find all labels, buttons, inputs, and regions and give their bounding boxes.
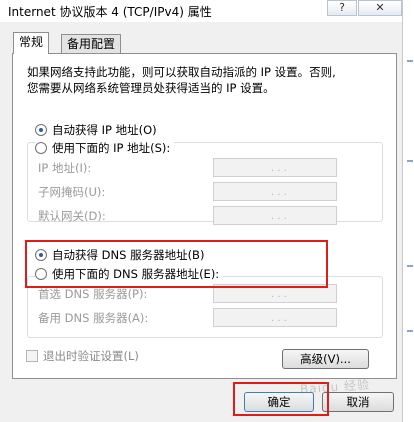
ip-address-label: IP 地址(I):: [38, 161, 92, 175]
advanced-button[interactable]: 高级(V)...: [282, 349, 369, 369]
manual-ip-radio[interactable]: 使用下面的 IP 地址(S):: [35, 140, 175, 156]
subnet-mask-field[interactable]: . . .: [213, 182, 337, 201]
background-window-edge: [402, 0, 414, 422]
radio-selected-icon: [35, 124, 47, 136]
manual-ip-label: 使用下面的 IP 地址(S):: [52, 141, 171, 155]
auto-ip-label: 自动获得 IP 地址(O): [52, 123, 157, 137]
description-text: 如果网络支持此功能，则可以获取自动指派的 IP 设置。否则, 您需要从网络系统管…: [27, 64, 387, 96]
subnet-mask-label: 子网掩码(U):: [38, 185, 106, 199]
edge-mark: [407, 265, 413, 267]
window-title: Internet 协议版本 4 (TCP/IPv4) 属性: [8, 5, 212, 19]
description-line-1: 如果网络支持此功能，则可以获取自动指派的 IP 设置。否则,: [27, 65, 336, 79]
auto-ip-radio[interactable]: 自动获得 IP 地址(O): [35, 122, 157, 138]
ipv4-properties-dialog: Internet 协议版本 4 (TCP/IPv4) 属性 ? ✕ 备用配置 常…: [0, 0, 414, 422]
radio-unselected-icon: [35, 142, 47, 154]
edge-mark: [407, 60, 413, 62]
help-button[interactable]: ?: [327, 0, 357, 16]
ip-address-field[interactable]: . . .: [213, 158, 337, 177]
edge-mark: [407, 160, 413, 162]
general-tab-panel: 如果网络支持此功能，则可以获取自动指派的 IP 设置。否则, 您需要从网络系统管…: [12, 53, 397, 379]
dns-highlight-box: [25, 240, 328, 288]
checkbox-unchecked-icon: [26, 350, 38, 362]
default-gateway-label: 默认网关(D):: [38, 209, 106, 223]
preferred-dns-label: 首选 DNS 服务器(P):: [38, 287, 148, 301]
description-line-2: 您需要从网络系统管理员处获得适当的 IP 设置。: [27, 81, 275, 95]
tab-general[interactable]: 常规: [13, 32, 50, 54]
edge-mark: [407, 330, 413, 332]
validate-on-exit-checkbox[interactable]: 退出时验证设置(L): [26, 348, 139, 364]
validate-on-exit-label: 退出时验证设置(L): [43, 349, 139, 363]
tab-alternate-configuration[interactable]: 备用配置: [61, 34, 122, 54]
alternate-dns-label: 备用 DNS 服务器(A):: [38, 311, 149, 325]
alternate-dns-field[interactable]: . . .: [213, 308, 337, 327]
close-button[interactable]: ✕: [358, 0, 402, 16]
title-bar: Internet 协议版本 4 (TCP/IPv4) 属性 ? ✕: [0, 0, 414, 22]
default-gateway-field[interactable]: . . .: [213, 206, 337, 225]
